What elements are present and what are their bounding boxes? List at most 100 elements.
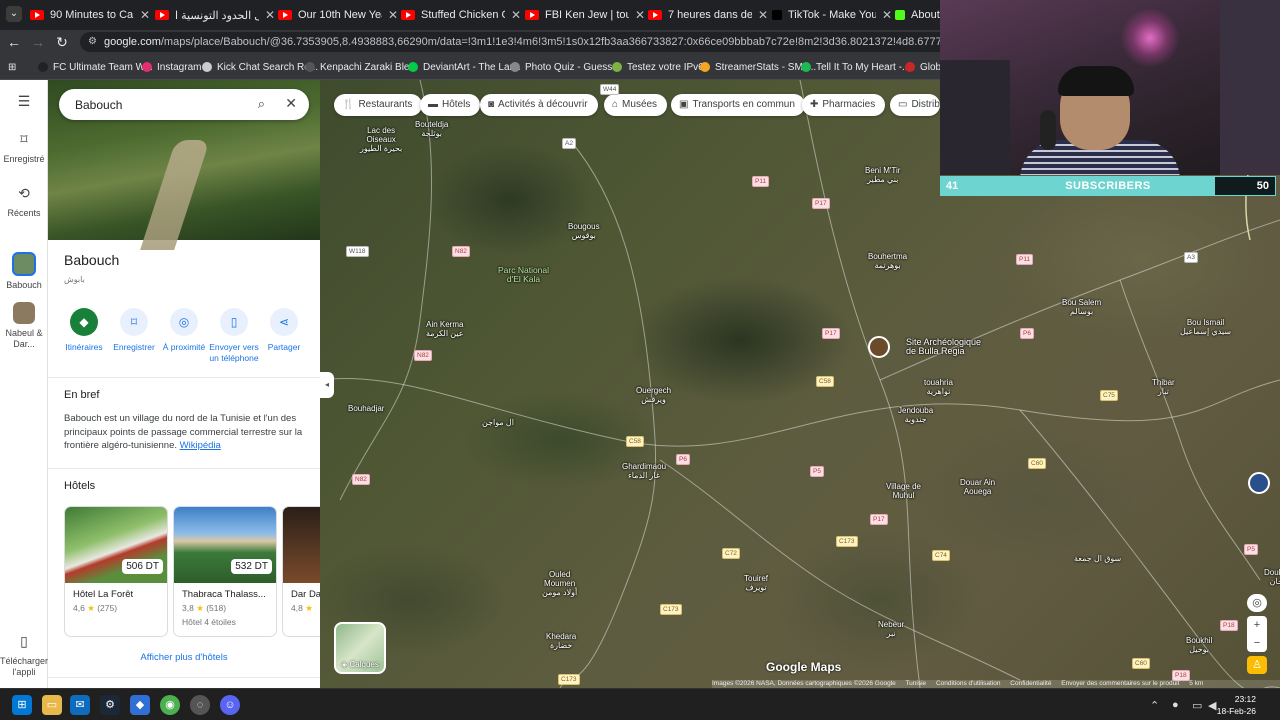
tab-close-icon[interactable]: ✕ [388, 8, 398, 22]
rail-item-babouch[interactable]: Babouch [0, 252, 48, 291]
map-place-label[interactable]: Bouhadjar [348, 404, 384, 413]
bookmark-item[interactable]: Glob [905, 60, 941, 74]
map-place-label[interactable]: Ouled Moumen أولاد مومن [542, 570, 577, 597]
save-button[interactable]: ⌑ Enregistrer [108, 308, 160, 353]
map-place-label[interactable]: Boukhil بوخيل [1186, 636, 1212, 654]
bookmark-item[interactable]: Tell It To My Heart -... [801, 60, 910, 74]
more-hotels-link[interactable]: Afficher plus d'hôtels [48, 652, 320, 663]
chip-activities[interactable]: ◙ Activités à découvrir [480, 94, 598, 116]
rail-item-recents[interactable]: ⟲ Récents [0, 186, 48, 219]
map-place-label[interactable]: Lac des Oiseaux بحيرة الطيور [360, 126, 402, 153]
rail-item-download-app[interactable]: ▯ Télécharger l'appli [0, 634, 48, 678]
outlook-icon[interactable]: ✉ [70, 695, 90, 715]
tab-close-icon[interactable]: ✕ [635, 8, 645, 22]
map-place-label[interactable]: Beni M'Tir بني مطير [865, 166, 900, 184]
reload-icon[interactable]: ↻ [54, 34, 70, 50]
browser-tab[interactable]: 7 heures dans des tra ✕ [648, 4, 768, 26]
map-place-label[interactable]: Doukhan دوخان [1264, 568, 1280, 586]
map-place-label[interactable]: Ghardimaou غار الدماء [622, 462, 666, 480]
map-place-label[interactable]: Ain Kerma عين الكرمة [426, 320, 464, 338]
bookmark-item[interactable]: Photo Quiz - Guess... [510, 60, 621, 74]
back-icon[interactable]: ← [6, 34, 22, 50]
scale-label[interactable]: 5 km [1189, 680, 1203, 687]
volume-icon[interactable]: ◀ [1208, 699, 1216, 712]
bookmark-item[interactable]: FC Ultimate Team W... [38, 60, 153, 74]
browser-tab[interactable]: About SF [895, 4, 945, 26]
map-place-label[interactable]: Parc National d'El Kala [498, 266, 549, 284]
map-place-label[interactable]: Douar Ain Aouega [960, 478, 995, 496]
privacy-link[interactable]: Confidentialité [1010, 680, 1051, 687]
hotel-card[interactable]: 532 DT Thabraca Thalass... 3,8 ★ (518) H… [173, 506, 277, 637]
chip-hotels[interactable]: ▬ Hôtels [420, 94, 481, 116]
app-icon[interactable]: ◌ [190, 695, 210, 715]
browser-tab[interactable]: TikTok - Make Your D ✕ [772, 4, 892, 26]
close-icon[interactable]: ✕ [285, 95, 297, 112]
bookmark-item[interactable]: DeviantArt - The Lar... [408, 60, 521, 74]
pegman-icon[interactable]: ♙ [1247, 656, 1267, 674]
rail-item-nabeul[interactable]: Nabeul & Dar... [0, 302, 48, 350]
hotel-card[interactable]: 506 DT Hôtel La Forêt 4,6 ★ (275) [64, 506, 168, 637]
apps-icon[interactable]: ⊞ [8, 60, 16, 74]
search-input[interactable]: Babouch [75, 98, 122, 112]
chip-pharmacies[interactable]: ✚ Pharmacies [802, 94, 886, 116]
bookmark-item[interactable]: StreamerStats - SMF... [700, 60, 816, 74]
map-place-label[interactable]: Jendouba جندوبة [898, 406, 933, 424]
tab-close-icon[interactable]: ✕ [140, 8, 150, 22]
my-location-icon[interactable]: ◎ [1247, 594, 1267, 612]
map-place-label[interactable]: touahria تواهرية [924, 378, 953, 396]
map-place-label[interactable]: Bouhertma بوهرتمة [868, 252, 907, 270]
search-box[interactable]: Babouch ⌕ ✕ [59, 89, 309, 120]
chip-transit[interactable]: ▣ Transports en commun [671, 94, 805, 116]
map-place-label[interactable]: Touiref تويرف [744, 574, 768, 592]
directions-button[interactable]: ◆ Itinéraires [58, 308, 110, 353]
send-to-phone-button[interactable]: ▯ Envoyer vers un téléphone [208, 308, 260, 363]
microphone-icon[interactable]: ● [1172, 699, 1179, 711]
browser-tab[interactable]: Stuffed Chicken Outd ✕ [401, 4, 521, 26]
forward-icon[interactable]: → [30, 34, 46, 50]
map-place-label[interactable]: Bou Salem بوسالم [1062, 298, 1101, 316]
taskbar-clock[interactable]: 23:12 18-Feb-26 [1217, 693, 1256, 717]
site-info-icon[interactable]: ⚙ [88, 32, 97, 52]
map-place-label[interactable]: ال مواجن [482, 418, 514, 427]
zoom-in-button[interactable]: + [1247, 616, 1267, 634]
layers-button[interactable]: ◈ Calques [334, 622, 386, 674]
map-place-label[interactable]: Village de Muhul [886, 482, 921, 500]
nearby-button[interactable]: ◎ À proximité [158, 308, 210, 353]
file-explorer-icon[interactable]: ▭ [42, 695, 62, 715]
browser-tab[interactable]: FBI Ken Jew | tounes ✕ [525, 4, 645, 26]
landmark-pin-icon[interactable] [1248, 472, 1270, 494]
steam-icon[interactable]: ⚙ [100, 695, 120, 715]
terms-link[interactable]: Conditions d'utilisation [936, 680, 1000, 687]
tab-search-icon[interactable]: ⌄ [6, 6, 22, 22]
wikipedia-link[interactable]: Wikipédia [180, 440, 221, 451]
map-place-label[interactable]: Bouteldja بوثلجة [415, 120, 448, 138]
tray-chevron-icon[interactable]: ⌃ [1150, 699, 1159, 712]
chrome-icon[interactable]: ◉ [160, 695, 180, 715]
bookmark-item[interactable]: Kick Chat Search Re... [202, 60, 318, 74]
collapse-panel-icon[interactable]: ◂ [320, 372, 334, 398]
share-button[interactable]: ⋖ Partager [258, 308, 310, 353]
browser-tab[interactable]: على الحدود التونسية ا ✕ [155, 4, 275, 26]
map-place-label[interactable]: سوق ال جمعة [1074, 554, 1121, 563]
network-icon[interactable]: ▭ [1192, 699, 1202, 712]
hotel-card[interactable]: Dar Da 4,8 ★ [282, 506, 320, 637]
menu-button[interactable]: ☰ [0, 94, 48, 116]
chip-atm[interactable]: ▭ Distrib [890, 94, 940, 116]
rail-item-saved[interactable]: ⌑ Enregistré [0, 132, 48, 165]
tab-close-icon[interactable]: ✕ [882, 8, 892, 22]
map-place-label[interactable]: Khedara خضارة [546, 632, 576, 650]
tab-close-icon[interactable]: ✕ [758, 8, 768, 22]
address-bar[interactable]: ⚙ google.com/maps/place/Babouch/@36.7353… [80, 32, 950, 52]
bookmark-item[interactable]: Instagram [142, 60, 201, 74]
tab-close-icon[interactable]: ✕ [511, 8, 521, 22]
attribution-country[interactable]: Tunisie [905, 680, 926, 687]
chip-restaurants[interactable]: 🍴 Restaurants [334, 94, 423, 116]
map-place-label[interactable]: Bougous بوقوس [568, 222, 600, 240]
map-place-label[interactable]: Bou Ismail سيدي إسماعيل [1180, 318, 1231, 336]
bookmark-item[interactable]: Testez votre IPv6. [612, 60, 706, 74]
browser-tab[interactable]: Our 10th New Year's ✕ [278, 4, 398, 26]
search-icon[interactable]: ⌕ [258, 96, 265, 112]
tab-close-icon[interactable]: ✕ [265, 8, 275, 22]
landmark-pin-icon[interactable] [868, 336, 890, 358]
zoom-out-button[interactable]: − [1247, 634, 1267, 652]
